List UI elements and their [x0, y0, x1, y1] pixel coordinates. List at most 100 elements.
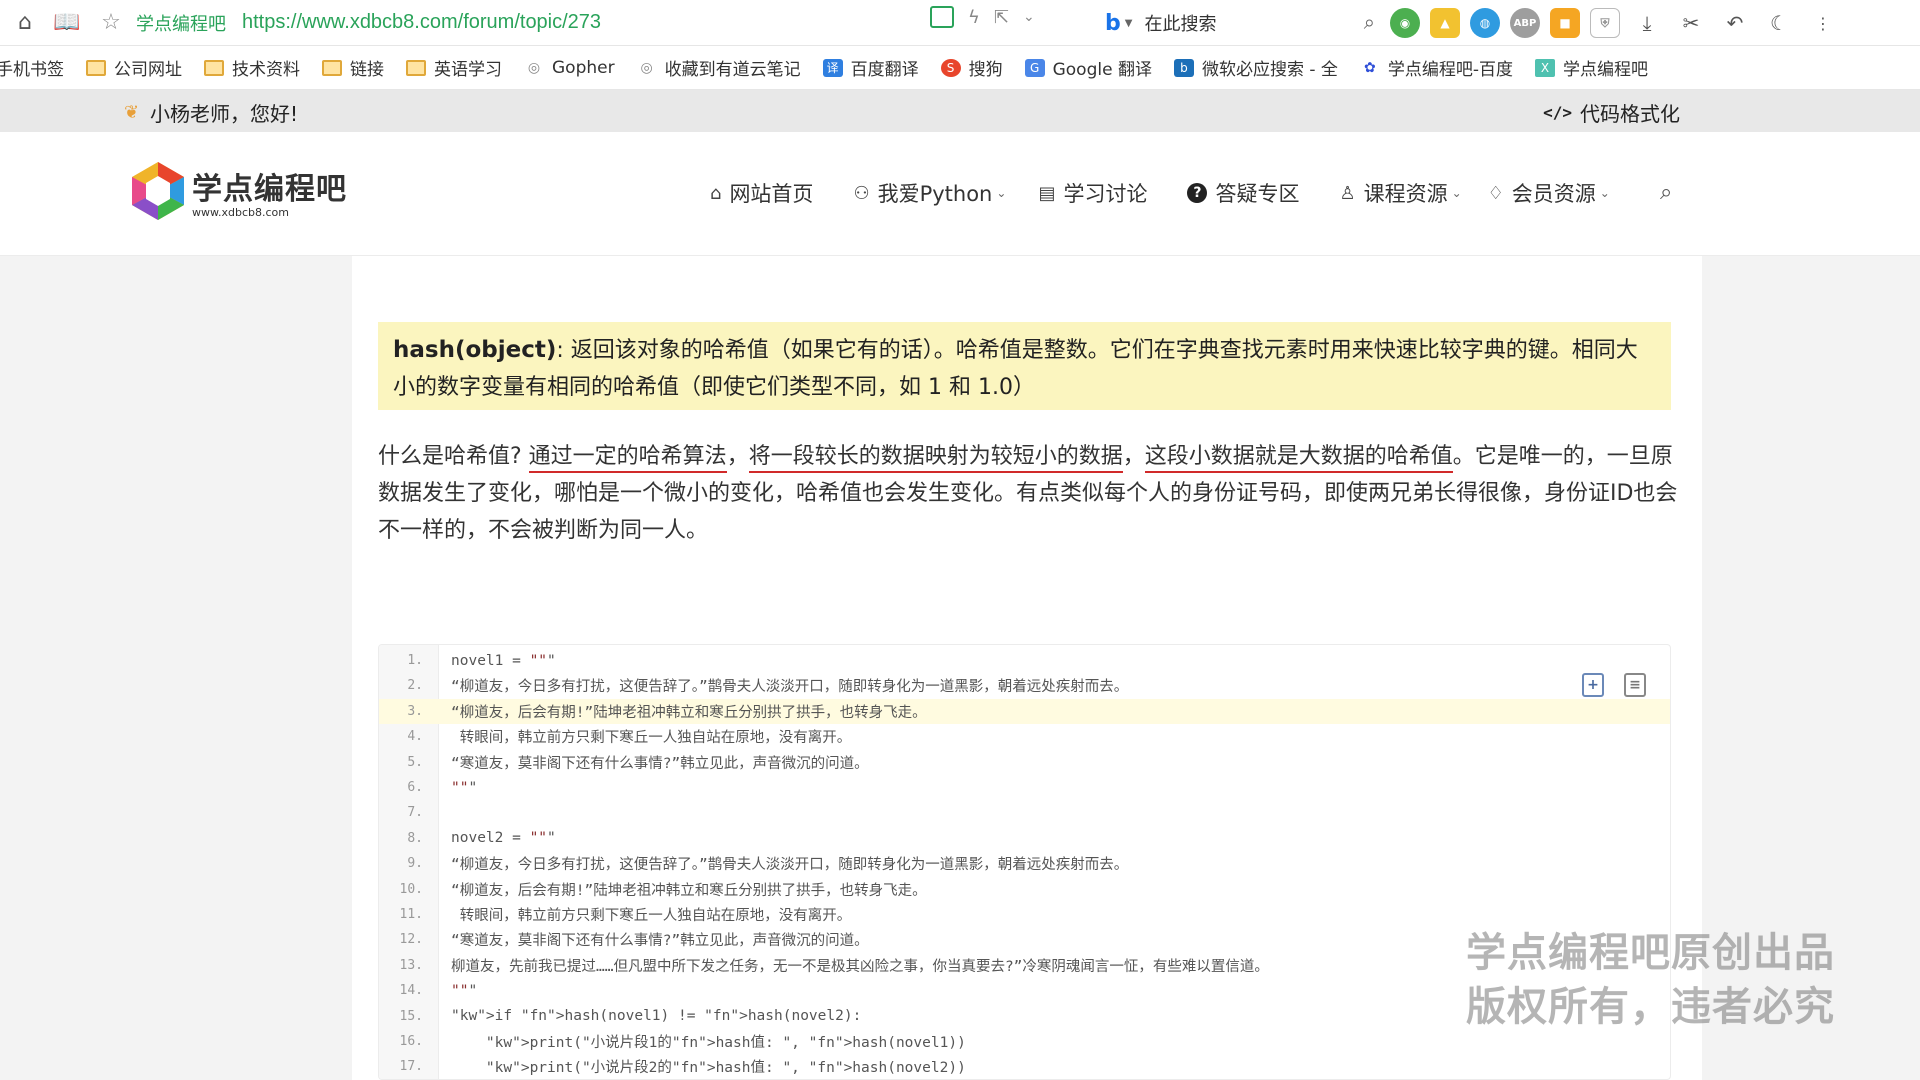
code-format-button[interactable]: </> 代码格式化: [1543, 98, 1680, 127]
sogou-icon: S: [940, 58, 961, 77]
bookmark-baidu[interactable]: ✿ 学点编程吧-百度: [1360, 55, 1513, 81]
site-search-icon[interactable]: ⌕: [1660, 180, 1672, 205]
line-source: “寒道友，莫非阁下还有什么事情?”韩立见此，声音微沉的问道。: [451, 933, 869, 950]
shield-icon[interactable]: ⛨: [1590, 8, 1620, 38]
line-number: 3.: [407, 703, 423, 719]
line-number: 8.: [407, 830, 423, 846]
code-icon: </>: [1543, 103, 1572, 122]
question-icon: ?: [1187, 183, 1208, 203]
download-icon[interactable]: ⤓: [1630, 6, 1664, 40]
globe-icon: ◎: [640, 59, 653, 76]
bookmark-links[interactable]: 链接: [322, 55, 384, 80]
star-icon[interactable]: ☆: [94, 6, 128, 40]
nav-qa[interactable]: ? 答疑专区: [1187, 178, 1299, 208]
translate-icon: 译: [822, 58, 843, 77]
nav-home[interactable]: ⌂ 网站首页: [710, 178, 813, 208]
nav-vip[interactable]: ♢ 会员资源 ⌄: [1488, 178, 1610, 208]
underline-3: 这段小数据就是大数据的哈希值: [1144, 444, 1453, 473]
bookmark-google-translate[interactable]: G Google 翻译: [1024, 55, 1152, 80]
site-logo[interactable]: 学点编程吧 www.xdbcb8.com: [130, 160, 347, 222]
share-icon[interactable]: ⇱: [994, 7, 1009, 28]
main-nav: ⌂ 网站首页 ⚇ 我爱Python ⌄ ▤ 学习讨论 ? 答疑专区 ♙ 课程资源 ⌄ ♢ 会员资…: [710, 178, 1650, 208]
line-number: 14.: [399, 983, 423, 999]
extension-tiger-icon[interactable]: ▲: [1430, 8, 1460, 38]
line-number: 16.: [399, 1034, 423, 1049]
article-paragraph: 什么是哈希值? 通过一定的哈希算法，将一段较长的数据映射为较短小的数据，这段小数…: [378, 444, 1678, 543]
chat-icon: ▤: [1038, 182, 1056, 204]
globe-icon: ◎: [527, 59, 541, 76]
user-greeting[interactable]: ❦ 小杨老师，您好!: [124, 98, 298, 127]
line-number: 13.: [399, 957, 423, 973]
line-number: 1.: [407, 653, 423, 668]
scissors-icon[interactable]: ✂: [1674, 6, 1708, 40]
bookmark-sogou[interactable]: S 搜狗: [940, 55, 1003, 80]
extension-note-icon[interactable]: ■: [1550, 8, 1580, 38]
bookmark-mobile[interactable]: 手机书签: [0, 55, 64, 80]
chevron-down-icon: ⌄: [1451, 186, 1462, 200]
caret-down-icon[interactable]: ▼: [1125, 18, 1133, 29]
code-line: 8. novel2 = """: [379, 826, 1670, 851]
nav-python[interactable]: ⚇ 我爱Python ⌄: [853, 178, 1006, 208]
bookmark-gopher[interactable]: ◎ Gopher: [524, 58, 615, 78]
search-icon[interactable]: ⌕: [1364, 10, 1375, 34]
undo-icon[interactable]: ↶: [1718, 6, 1752, 40]
code-line: 1. novel1 = """: [379, 648, 1670, 673]
line-source: “柳道友，今日多有打扰，这便告辞了。”鹊骨夫人淡淡开口，随即转身化为一道黑影，朝…: [451, 679, 1129, 696]
bookmark-baidu-translate[interactable]: 译百度翻译: [822, 55, 919, 80]
code-tools: + ≡: [1582, 673, 1646, 697]
code-line: 6. """: [379, 775, 1670, 800]
copy-code-icon[interactable]: ≡: [1624, 673, 1646, 697]
address-actions: ϟ ⇱ ⌄: [930, 6, 1035, 28]
folder-icon: [406, 59, 426, 77]
lightning-icon[interactable]: ϟ: [968, 7, 980, 28]
line-source: “柳道友，今日多有打扰，这便告辞了。”鹊骨夫人淡淡开口，随即转身化为一道黑影，朝…: [451, 857, 1129, 874]
folder-icon: [204, 59, 224, 77]
bookmark-site[interactable]: X 学点编程吧: [1535, 55, 1648, 80]
reading-mode-icon[interactable]: 📖: [50, 6, 84, 40]
adblock-icon[interactable]: ABP: [1510, 8, 1540, 38]
more-icon[interactable]: ⋮: [1806, 6, 1840, 40]
course-icon: ♙: [1339, 182, 1356, 204]
line-number: 17.: [399, 1059, 423, 1075]
highlight-term: hash(object): [393, 337, 557, 363]
line-number: 9.: [407, 856, 423, 872]
line-number: 4.: [407, 729, 423, 745]
site-header: 学点编程吧 www.xdbcb8.com ⌂ 网站首页 ⚇ 我爱Python ⌄ ▤ 学…: [0, 132, 1920, 256]
bookmark-tech[interactable]: 技术资料: [204, 55, 300, 80]
bookmark-bing[interactable]: b 微软必应搜索 - 全: [1173, 55, 1338, 80]
line-source: 转眼间，韩立前方只剩下寒丘一人独自站在原地，没有离开。: [451, 730, 852, 747]
bookmark-company[interactable]: 公司网址: [86, 55, 182, 80]
address-url[interactable]: https://www.xdbcb8.com/forum/topic/273: [242, 11, 601, 34]
nav-courses[interactable]: ♙ 课程资源 ⌄: [1339, 178, 1461, 208]
bookmark-english[interactable]: 英语学习: [406, 55, 502, 80]
nav-discussion[interactable]: ▤ 学习讨论: [1038, 178, 1147, 208]
definition-highlight: hash(object): 返回该对象的哈希值（如果它有的话）。哈希值是整数。它…: [378, 322, 1671, 410]
home-icon[interactable]: ⌂: [8, 6, 42, 40]
code-line: 10. “柳道友，后会有期!”陆坤老祖冲韩立和寒丘分别拱了拱手，也转身飞走。: [379, 877, 1670, 902]
extension-green-icon[interactable]: ◉: [1390, 8, 1420, 38]
line-source: novel1 = """: [451, 652, 556, 669]
extension-globe-icon[interactable]: ◍: [1470, 8, 1500, 38]
address-bar[interactable]: ☆ 学点编程吧 https://www.xdbcb8.com/forum/top…: [94, 6, 601, 40]
moon-icon[interactable]: ☾: [1762, 6, 1796, 40]
line-number: 5.: [407, 754, 423, 770]
bookmark-youdao[interactable]: ◎ 收藏到有道云笔记: [637, 55, 800, 81]
line-source: “柳道友，后会有期!”陆坤老祖冲韩立和寒丘分别拱了拱手，也转身飞走。: [451, 882, 927, 899]
highlight-text: : 返回该对象的哈希值（如果它有的话）。哈希值是整数。它们在字典查找元素时用来快…: [393, 338, 1638, 400]
line-source: 转眼间，韩立前方只剩下寒丘一人独自站在原地，没有离开。: [451, 908, 852, 924]
line-number: 15.: [399, 1008, 423, 1024]
reader-icon[interactable]: [930, 6, 954, 28]
watermark: 学点编程吧原创出品 版权所有，违者必究: [1466, 930, 1835, 1030]
left-sidebar: [124, 256, 352, 1080]
chevron-down-icon[interactable]: ⌄: [1023, 9, 1035, 25]
browser-toolbar: ⌂ 📖 ☆ 学点编程吧 https://www.xdbcb8.com/forum…: [0, 0, 1920, 46]
logo-name: 学点编程吧: [192, 171, 347, 207]
line-source: “寒道友，莫非阁下还有什么事情?”韩立见此，声音微沉的问道。: [451, 755, 869, 772]
code-line: 4. 转眼间，韩立前方只剩下寒丘一人独自站在原地，没有离开。: [379, 724, 1670, 749]
code-line: 9. “柳道友，今日多有打扰，这便告辞了。”鹊骨夫人淡淡开口，随即转身化为一道黑影…: [379, 851, 1670, 876]
line-source: """: [451, 982, 478, 999]
line-number: 6.: [407, 780, 423, 795]
expand-code-icon[interactable]: +: [1582, 673, 1604, 697]
folder-icon: [86, 59, 106, 77]
browser-search[interactable]: b ▼ 在此搜索 ⌕: [1105, 6, 1375, 40]
